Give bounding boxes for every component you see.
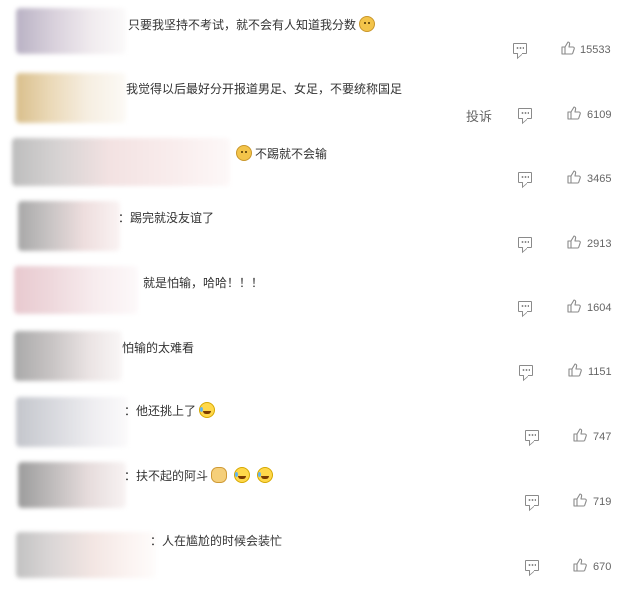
blurred-avatar <box>12 138 230 186</box>
comment-item-7: ：他还挑上了 747 <box>0 390 637 454</box>
comment-item-3: 不踢就不会输 3465 <box>0 130 637 194</box>
comment-text-content: ：他还挑上了 <box>124 404 197 418</box>
blurred-avatar <box>18 201 120 251</box>
fist-emoji-icon <box>211 467 228 483</box>
comment-text: ：扶不起的阿斗 <box>124 467 273 484</box>
reply-comment-icon[interactable] <box>513 43 527 54</box>
comment-text: 我觉得以后最好分开报道男足、女足，不要统称国足 <box>126 81 402 97</box>
blurred-avatar <box>16 73 126 123</box>
thumbs-up-icon[interactable] <box>567 170 581 184</box>
thumbs-up-icon[interactable] <box>567 106 581 120</box>
comment-text: ：人在尴尬的时候会装忙 <box>150 533 282 549</box>
thumbs-up-icon[interactable] <box>573 558 587 572</box>
comment-text-content: ：人在尴尬的时候会装忙 <box>150 534 283 548</box>
comment-text-content: ：扶不起的阿斗 <box>124 469 209 483</box>
comment-text: 就是怕输，哈哈！！！ <box>143 275 263 291</box>
like-count[interactable]: 670 <box>593 561 611 573</box>
comment-text-content: 只要我坚持不考试，就不会有人知道我分数 <box>128 18 357 32</box>
blurred-avatar <box>16 8 126 54</box>
reply-comment-icon[interactable] <box>518 301 532 312</box>
like-count[interactable]: 719 <box>593 496 611 508</box>
comment-text-content: 怕输的太难看 <box>122 341 195 355</box>
comment-text: 不踢就不会输 <box>236 145 327 162</box>
blurred-avatar <box>16 397 128 447</box>
like-count[interactable]: 6109 <box>587 109 611 121</box>
reply-comment-icon[interactable] <box>518 172 532 183</box>
laugh-cry-emoji-icon <box>199 402 216 418</box>
comment-item-5: 就是怕输，哈哈！！！ 1604 <box>0 260 637 324</box>
comment-item-1: 只要我坚持不考试，就不会有人知道我分数 15533 <box>0 0 637 64</box>
reply-comment-icon[interactable] <box>525 560 539 571</box>
reply-comment-icon[interactable] <box>518 108 532 119</box>
comment-text-content: 我觉得以后最好分开报道男足、女足，不要统称国足 <box>126 82 403 96</box>
like-count[interactable]: 3465 <box>587 173 611 185</box>
thumbs-up-icon[interactable] <box>567 299 581 313</box>
thumbs-up-icon[interactable] <box>573 493 587 507</box>
comment-text: ：踢完就没友谊了 <box>118 210 214 226</box>
comment-text-content: 就是怕输，哈哈！！！ <box>143 276 264 290</box>
blurred-avatar <box>14 331 122 381</box>
blurred-avatar <box>16 532 156 578</box>
blurred-avatar <box>14 266 138 314</box>
comment-item-8: ：扶不起的阿斗 719 <box>0 455 637 519</box>
reply-comment-icon[interactable] <box>525 430 539 441</box>
report-link[interactable]: 投诉 <box>466 106 492 125</box>
thumbs-up-icon[interactable] <box>561 41 575 55</box>
comment-text: 只要我坚持不考试，就不会有人知道我分数 <box>128 16 376 33</box>
comment-text: ：他还挑上了 <box>124 402 216 419</box>
thumbs-up-icon[interactable] <box>567 235 581 249</box>
comment-item-6: 怕输的太难看 1151 <box>0 325 637 389</box>
thumbs-up-icon[interactable] <box>568 363 582 377</box>
like-count[interactable]: 15533 <box>580 44 611 56</box>
reply-comment-icon[interactable] <box>519 365 533 376</box>
doge-emoji-icon <box>359 16 376 32</box>
laugh-cry-emoji-icon <box>233 467 250 483</box>
comment-item-2: 我觉得以后最好分开报道男足、女足，不要统称国足 投诉 6109 <box>0 65 637 129</box>
reply-comment-icon[interactable] <box>525 495 539 506</box>
blurred-avatar <box>18 462 126 508</box>
laugh-cry-emoji-icon <box>256 467 273 483</box>
doge-emoji-icon <box>236 145 252 161</box>
comment-text-content: 不踢就不会输 <box>255 147 328 161</box>
comment-item-9: ：人在尴尬的时候会装忙 670 <box>0 520 637 584</box>
like-count[interactable]: 747 <box>593 431 611 443</box>
comment-text-content: ：踢完就没友谊了 <box>118 211 215 225</box>
reply-comment-icon[interactable] <box>518 237 532 248</box>
like-count[interactable]: 2913 <box>587 238 611 250</box>
comment-text: 怕输的太难看 <box>122 340 194 356</box>
like-count[interactable]: 1604 <box>587 302 611 314</box>
like-count[interactable]: 1151 <box>588 366 612 378</box>
thumbs-up-icon[interactable] <box>573 428 587 442</box>
comment-item-4: ：踢完就没友谊了 2913 <box>0 195 637 259</box>
